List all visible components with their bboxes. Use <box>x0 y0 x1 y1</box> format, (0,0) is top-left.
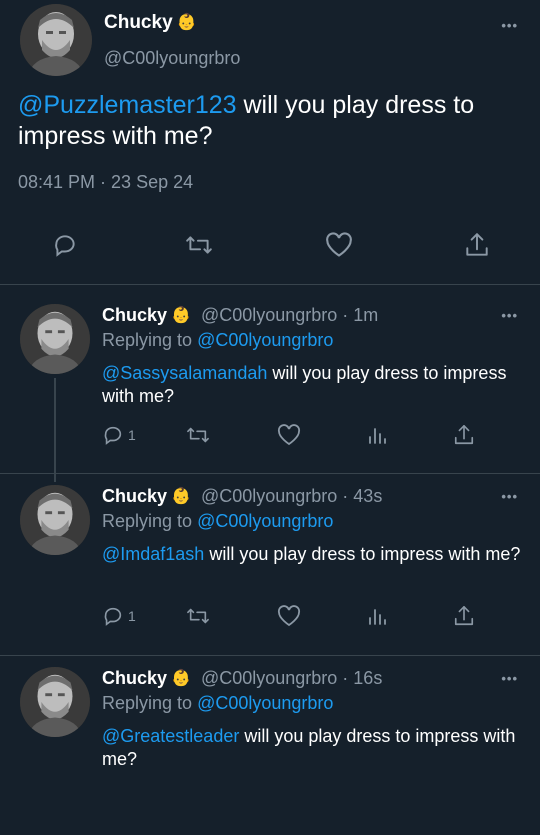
reply-tweet[interactable]: Chucky 👶 @C00lyoungrbro · 43s ••• Replyi… <box>0 473 540 653</box>
author-name[interactable]: Chucky <box>102 486 167 507</box>
baby-emoji: 👶 <box>171 306 191 324</box>
replying-to: Replying to @C00lyoungrbro <box>102 330 333 351</box>
avatar[interactable] <box>20 4 92 76</box>
baby-emoji: 👶 <box>171 669 191 687</box>
tweet-text: @Imdaf1ash will you play dress to impres… <box>102 543 522 566</box>
baby-emoji: 👶 <box>171 487 191 505</box>
author-name-row: Chucky 👶 <box>104 12 197 34</box>
retweet-icon[interactable] <box>186 424 210 451</box>
avatar[interactable] <box>20 485 90 555</box>
replying-label: Replying to <box>102 330 198 350</box>
mention-link[interactable]: @Puzzlemaster123 <box>18 91 237 119</box>
main-tweet: Chucky 👶 @C00lyoungrbro ••• @Puzzlemaste… <box>0 0 540 284</box>
avatar[interactable] <box>20 304 90 374</box>
replying-label: Replying to <box>102 511 198 531</box>
tweet-actions: 1 <box>100 422 520 450</box>
reply-header: Chucky 👶 @C00lyoungrbro · 43s <box>102 486 382 507</box>
divider <box>0 284 540 285</box>
reply-header: Chucky 👶 @C00lyoungrbro · 1m <box>102 305 378 326</box>
tweet-text: @Sassysalamandah will you play dress to … <box>102 362 522 408</box>
replying-to: Replying to @C00lyoungrbro <box>102 693 333 714</box>
mention-link[interactable]: @Greatestleader <box>102 726 239 746</box>
reply-icon[interactable] <box>52 232 78 263</box>
tweet-actions <box>0 226 540 266</box>
more-options-icon[interactable]: ••• <box>501 489 518 504</box>
like-icon[interactable] <box>325 232 353 263</box>
share-icon[interactable] <box>464 231 490 264</box>
like-icon[interactable] <box>277 605 301 632</box>
tweet-body: will you play dress to impress with me? <box>204 544 521 564</box>
handle-time[interactable]: @C00lyoungrbro · 43s <box>201 486 382 507</box>
replying-to: Replying to @C00lyoungrbro <box>102 511 333 532</box>
mention-link[interactable]: @Sassysalamandah <box>102 363 267 383</box>
author-name[interactable]: Chucky <box>102 305 167 326</box>
analytics-icon[interactable] <box>366 424 388 451</box>
thread-line <box>54 378 56 482</box>
handle-time[interactable]: @C00lyoungrbro · 1m <box>201 305 378 326</box>
analytics-icon[interactable] <box>366 605 388 632</box>
more-options-icon[interactable]: ••• <box>501 671 518 686</box>
retweet-icon[interactable] <box>185 232 213 263</box>
more-options-icon[interactable]: ••• <box>501 308 518 323</box>
tweet-text: @Greatestleader will you play dress to i… <box>102 725 522 771</box>
tweet-text: @Puzzlemaster123 will you play dress to … <box>18 90 523 152</box>
like-icon[interactable] <box>277 424 301 451</box>
reply-header: Chucky 👶 @C00lyoungrbro · 16s <box>102 668 382 689</box>
reply-count: 1 <box>128 608 136 624</box>
replying-label: Replying to <box>102 693 198 713</box>
replying-handle[interactable]: @C00lyoungrbro <box>197 511 333 531</box>
tweet-actions: 1 <box>100 603 520 631</box>
replying-handle[interactable]: @C00lyoungrbro <box>197 693 333 713</box>
author-name[interactable]: Chucky <box>102 668 167 689</box>
avatar[interactable] <box>20 667 90 737</box>
share-icon[interactable] <box>453 423 475 452</box>
reply-tweet[interactable]: Chucky 👶 @C00lyoungrbro · 1m ••• Replyin… <box>0 292 540 482</box>
author-name[interactable]: Chucky <box>104 12 173 34</box>
handle-time[interactable]: @C00lyoungrbro · 16s <box>201 668 382 689</box>
reply-tweet[interactable]: Chucky 👶 @C00lyoungrbro · 16s ••• Replyi… <box>0 655 540 835</box>
replying-handle[interactable]: @C00lyoungrbro <box>197 330 333 350</box>
reply-count: 1 <box>128 427 136 443</box>
timestamp[interactable]: 08:41 PM · 23 Sep 24 <box>18 172 193 193</box>
reply-icon[interactable] <box>102 605 124 632</box>
author-handle[interactable]: @C00lyoungrbro <box>104 48 240 69</box>
baby-emoji: 👶 <box>176 14 197 31</box>
reply-icon[interactable] <box>102 424 124 451</box>
share-icon[interactable] <box>453 604 475 633</box>
mention-link[interactable]: @Imdaf1ash <box>102 544 204 564</box>
more-options-icon[interactable]: ••• <box>501 18 518 33</box>
retweet-icon[interactable] <box>186 605 210 632</box>
